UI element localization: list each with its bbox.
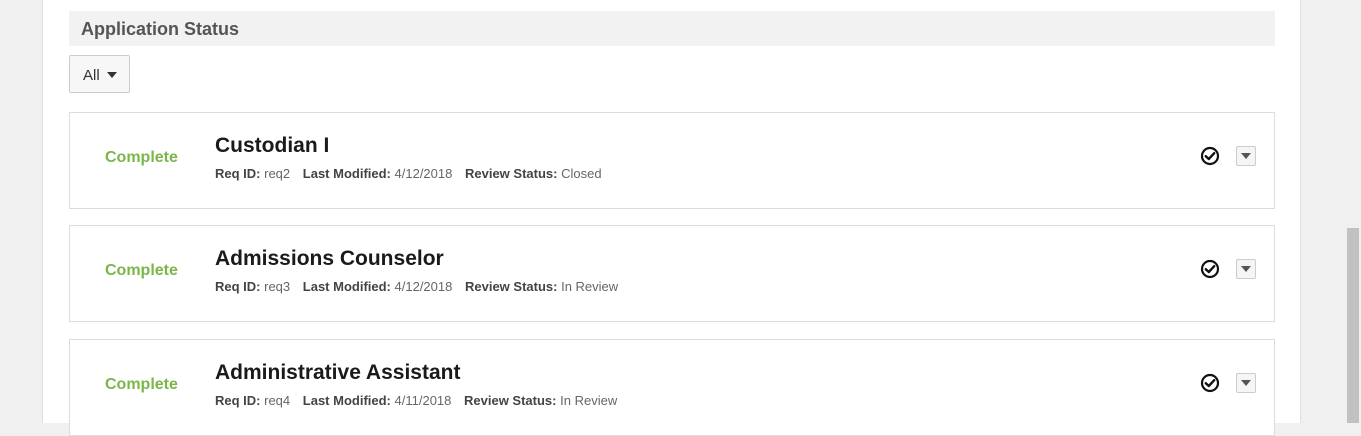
- scrollbar-thumb[interactable]: [1347, 228, 1359, 423]
- review-status-label: Review Status:: [464, 166, 558, 181]
- review-status-value: In Review: [560, 393, 618, 408]
- last-modified-value: 4/12/2018: [394, 279, 453, 294]
- req-id-label: Req ID:: [215, 166, 261, 181]
- review-status-value: Closed: [561, 166, 602, 181]
- req-id-value: req4: [264, 393, 291, 408]
- last-modified-label: Last Modified:: [302, 393, 391, 408]
- application-meta: Req ID: req3 Last Modified: 4/12/2018 Re…: [215, 279, 627, 294]
- filter-selected-label: All: [83, 67, 100, 84]
- review-status-label: Review Status:: [464, 393, 557, 408]
- application-status: Complete: [105, 376, 178, 393]
- check-circle-icon: [1200, 373, 1220, 393]
- last-modified-label: Last Modified:: [302, 279, 391, 294]
- check-circle-icon: [1200, 146, 1220, 166]
- caret-down-icon: [1241, 266, 1251, 272]
- status-filter-dropdown[interactable]: All: [69, 55, 130, 93]
- application-status: Complete: [105, 262, 178, 279]
- application-actions-button[interactable]: [1236, 259, 1256, 279]
- last-modified-value: 4/12/2018: [394, 166, 453, 181]
- application-status: Complete: [105, 149, 178, 166]
- caret-down-icon: [107, 72, 117, 78]
- main-panel: Application Status All Complete Custodia…: [42, 0, 1301, 436]
- check-circle-icon: [1200, 259, 1220, 279]
- req-id-label: Req ID:: [215, 393, 261, 408]
- application-card: Complete Custodian I Req ID: req2 Last M…: [69, 112, 1275, 209]
- last-modified-value: 4/11/2018: [394, 393, 452, 408]
- req-id-label: Req ID:: [215, 279, 261, 294]
- application-meta: Req ID: req2 Last Modified: 4/12/2018 Re…: [215, 166, 611, 181]
- review-status-label: Review Status:: [464, 279, 558, 294]
- req-id-value: req2: [264, 166, 291, 181]
- application-meta: Req ID: req4 Last Modified: 4/11/2018 Re…: [215, 393, 626, 408]
- review-status-value: In Review: [561, 279, 619, 294]
- application-card: Complete Admissions Counselor Req ID: re…: [69, 225, 1275, 322]
- application-actions-button[interactable]: [1236, 146, 1256, 166]
- req-id-value: req3: [264, 279, 291, 294]
- section-header: Application Status: [69, 11, 1275, 46]
- application-actions-button[interactable]: [1236, 373, 1256, 393]
- caret-down-icon: [1241, 153, 1251, 159]
- section-title: Application Status: [81, 19, 240, 39]
- job-title: Custodian I: [215, 134, 330, 157]
- last-modified-label: Last Modified:: [302, 166, 391, 181]
- application-card: Complete Administrative Assistant Req ID…: [69, 339, 1275, 436]
- caret-down-icon: [1241, 380, 1251, 386]
- job-title: Administrative Assistant: [215, 361, 461, 384]
- job-title: Admissions Counselor: [215, 247, 444, 270]
